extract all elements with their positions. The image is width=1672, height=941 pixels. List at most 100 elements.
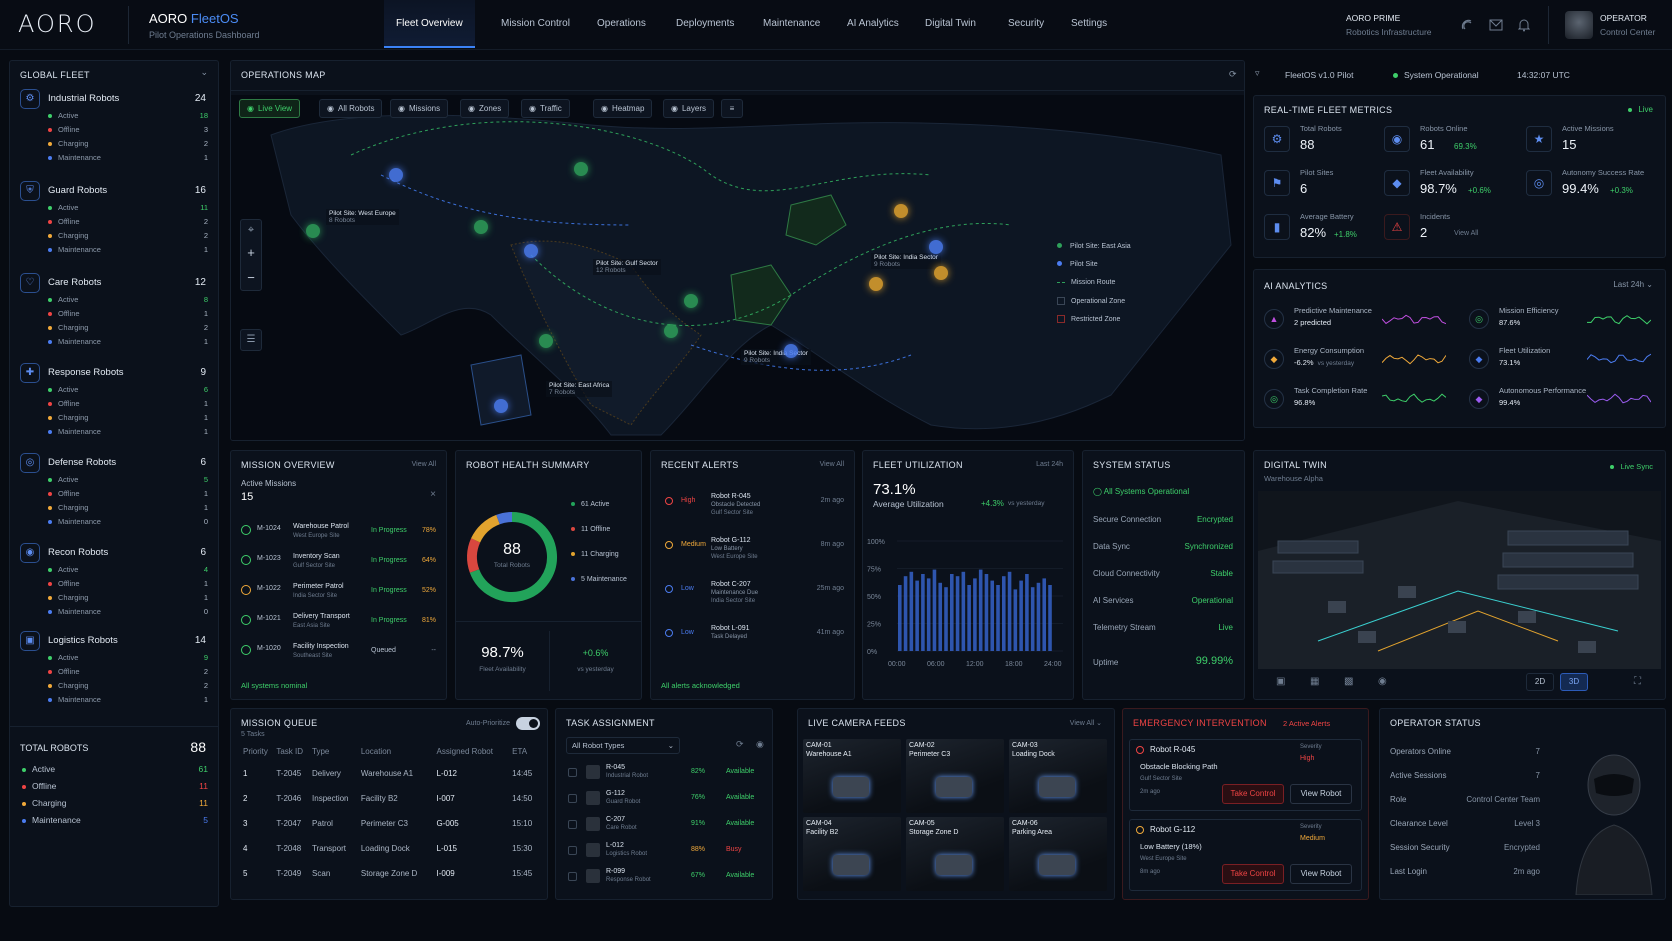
- task-checkbox[interactable]: [568, 768, 577, 777]
- grid-icon[interactable]: ▦: [1310, 676, 1319, 687]
- robot-marker-icon[interactable]: [474, 220, 488, 234]
- bell-icon[interactable]: [1516, 17, 1532, 33]
- view-robot-button[interactable]: View Robot: [1290, 864, 1352, 884]
- map-site-label[interactable]: Pilot Site: West Europe 8 Robots: [326, 209, 399, 225]
- map-tab-missions[interactable]: ◉ Missions: [390, 99, 449, 118]
- view-all-link[interactable]: View All: [820, 461, 844, 468]
- alert-robot[interactable]: Robot L-091: [711, 625, 750, 632]
- signal-icon[interactable]: [1459, 17, 1475, 33]
- view-all-link[interactable]: View All: [1454, 230, 1478, 237]
- column-header[interactable]: Task ID: [276, 741, 312, 761]
- app-logo[interactable]: AORO: [18, 10, 96, 38]
- nav-tab-deployments[interactable]: Deployments: [664, 0, 746, 48]
- map-tab-all-robots[interactable]: ◉ All Robots: [319, 99, 383, 118]
- refresh-icon[interactable]: ⟳: [736, 739, 744, 750]
- filter-icon[interactable]: ▿: [1255, 68, 1260, 79]
- ai-metric[interactable]: ◆ Fleet Utilization 73.1%: [1469, 344, 1651, 380]
- map-tab-zones[interactable]: ◉ Zones: [460, 99, 510, 118]
- warehouse-3d-view[interactable]: [1258, 491, 1661, 669]
- alert-robot[interactable]: Robot C-207: [711, 581, 751, 588]
- column-header[interactable]: Priority: [243, 741, 276, 761]
- robot-icon[interactable]: ◉: [756, 739, 764, 750]
- world-map[interactable]: [231, 95, 1244, 441]
- view-3d-button[interactable]: 3D: [1560, 673, 1588, 691]
- robot-marker-icon[interactable]: [894, 204, 908, 218]
- chevron-down-icon[interactable]: ⌄: [200, 67, 208, 78]
- nav-tab-maintenance[interactable]: Maintenance: [751, 0, 832, 48]
- map-site-label[interactable]: Pilot Site: East Africa 7 Robots: [546, 381, 613, 397]
- fleet-group-name[interactable]: Response Robots: [48, 367, 124, 378]
- robot-marker-icon[interactable]: [524, 244, 538, 258]
- locate-icon[interactable]: ⌖: [241, 220, 261, 240]
- task-checkbox[interactable]: [568, 794, 577, 803]
- fleet-group-name[interactable]: Care Robots: [48, 277, 101, 288]
- fleet-group-name[interactable]: Logistics Robots: [48, 635, 118, 646]
- column-header[interactable]: Assigned Robot: [437, 741, 513, 761]
- robot-marker-icon[interactable]: [389, 168, 403, 182]
- camera-feed[interactable]: CAM-02 Perimeter C3: [906, 739, 1004, 813]
- avatar[interactable]: [1565, 11, 1593, 39]
- auto-prioritize-toggle[interactable]: [516, 717, 540, 730]
- camera-feed[interactable]: CAM-05 Storage Zone D: [906, 817, 1004, 891]
- table-row[interactable]: 1 T-2045 Delivery Warehouse A1 L-012 14:45: [243, 761, 539, 786]
- view-2d-button[interactable]: 2D: [1526, 673, 1554, 691]
- view-all-link[interactable]: View All: [412, 461, 436, 468]
- task-checkbox[interactable]: [568, 846, 577, 855]
- ai-metric[interactable]: ◎ Task Completion Rate 96.8%: [1264, 384, 1446, 420]
- alert-robot[interactable]: Robot G-112: [711, 537, 751, 544]
- cube-icon[interactable]: ▣: [1276, 676, 1285, 687]
- layers-icon[interactable]: ☰: [240, 329, 262, 351]
- camera-icon[interactable]: ◉: [1378, 676, 1387, 687]
- column-header[interactable]: Location: [361, 741, 437, 761]
- nav-tab-mission-control[interactable]: Mission Control: [489, 0, 582, 48]
- table-row[interactable]: 5 T-2049 Scan Storage Zone D I-009 15:45: [243, 861, 539, 886]
- nav-tab-fleet-overview[interactable]: Fleet Overview: [384, 0, 475, 48]
- task-checkbox[interactable]: [568, 820, 577, 829]
- robot-marker-icon[interactable]: [929, 240, 943, 254]
- nav-tab-security[interactable]: Security: [996, 0, 1056, 48]
- robot-type-select[interactable]: All Robot Types ⌄: [566, 737, 680, 754]
- column-header[interactable]: ETA: [512, 741, 539, 761]
- refresh-icon[interactable]: ⟳: [1229, 69, 1237, 80]
- table-row[interactable]: 3 T-2047 Patrol Perimeter C3 G-005 15:10: [243, 811, 539, 836]
- fleet-group-name[interactable]: Guard Robots: [48, 185, 107, 196]
- ai-metric[interactable]: ◆ Energy Consumption -6.2% vs yesterday: [1264, 344, 1446, 380]
- nav-tab-operations[interactable]: Operations: [585, 0, 658, 48]
- zoom-out-button[interactable]: −: [241, 266, 261, 290]
- view-all-link[interactable]: View All ⌄: [1070, 719, 1102, 727]
- mission-name[interactable]: Warehouse Patrol: [293, 523, 349, 530]
- nav-tab-digital-twin[interactable]: Digital Twin: [913, 0, 988, 48]
- ai-metric[interactable]: ◎ Mission Efficiency 87.6%: [1469, 304, 1651, 340]
- layout-icon[interactable]: ▩: [1344, 676, 1353, 687]
- camera-feed[interactable]: CAM-04 Facility B2: [803, 817, 901, 891]
- table-row[interactable]: 2 T-2046 Inspection Facility B2 I-007 14:50: [243, 786, 539, 811]
- view-robot-button[interactable]: View Robot: [1290, 784, 1352, 804]
- robot-marker-icon[interactable]: [784, 344, 798, 358]
- robot-marker-icon[interactable]: [869, 277, 883, 291]
- mail-icon[interactable]: [1488, 17, 1504, 33]
- take-control-button[interactable]: Take Control: [1222, 784, 1284, 804]
- mission-name[interactable]: Perimeter Patrol: [293, 583, 344, 590]
- camera-feed[interactable]: CAM-01 Warehouse A1: [803, 739, 901, 813]
- camera-feed[interactable]: CAM-03 Loading Dock: [1009, 739, 1107, 813]
- fleet-group-name[interactable]: Defense Robots: [48, 457, 116, 468]
- fleet-group-name[interactable]: Industrial Robots: [48, 93, 119, 104]
- robot-marker-icon[interactable]: [574, 162, 588, 176]
- robot-marker-icon[interactable]: [664, 324, 678, 338]
- robot-marker-icon[interactable]: [934, 266, 948, 280]
- map-tab-layers[interactable]: ◉ Layers: [663, 99, 714, 118]
- table-row[interactable]: 4 T-2048 Transport Loading Dock L-015 15:30: [243, 836, 539, 861]
- map-tab-heatmap[interactable]: ◉ Heatmap: [593, 99, 653, 118]
- nav-tab-ai-analytics[interactable]: AI Analytics: [835, 0, 911, 48]
- ai-metric[interactable]: ▲ Predictive Maintenance 2 predicted: [1264, 304, 1446, 340]
- map-tab-live-view[interactable]: ◉ Live View: [239, 99, 301, 118]
- take-control-button[interactable]: Take Control: [1222, 864, 1284, 884]
- mission-name[interactable]: Inventory Scan: [293, 553, 340, 560]
- robot-marker-icon[interactable]: [684, 294, 698, 308]
- robot-marker-icon[interactable]: [306, 224, 320, 238]
- ai-metric[interactable]: ◆ Autonomous Performance 99.4%: [1469, 384, 1651, 420]
- column-header[interactable]: Type: [312, 741, 361, 761]
- alert-robot[interactable]: Robot R-045: [711, 493, 751, 500]
- range-select[interactable]: Last 24h ⌄: [1613, 280, 1653, 289]
- mission-name[interactable]: Facility Inspection: [293, 643, 349, 650]
